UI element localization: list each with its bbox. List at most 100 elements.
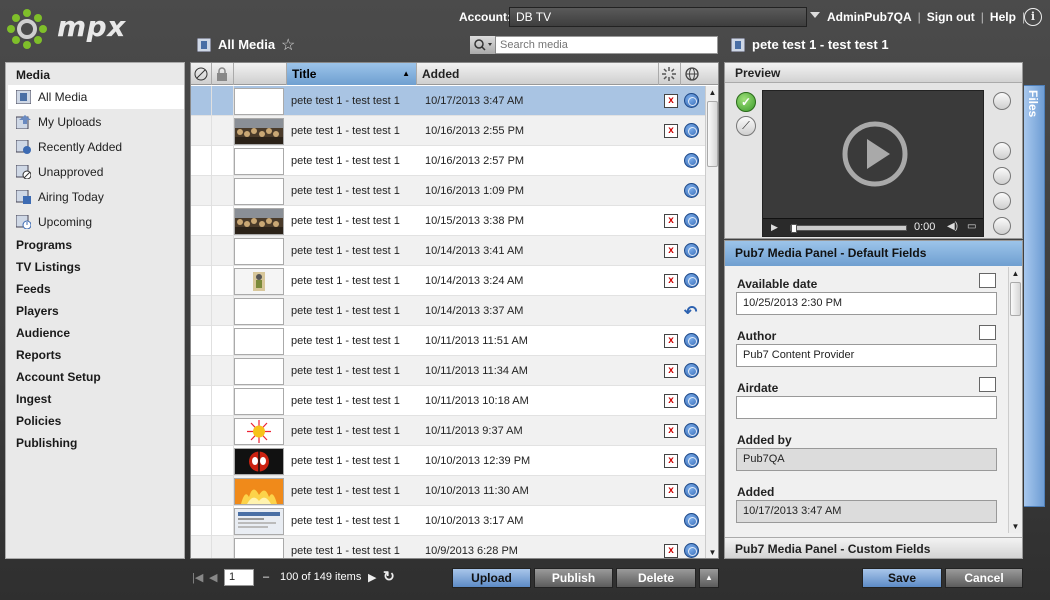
video-player[interactable]: ▶ 0:00 ◀) ▭ xyxy=(762,90,984,237)
table-row[interactable]: pete test 1 - test test 1 10/11/2013 9:37… xyxy=(191,416,705,446)
row-select-cell[interactable] xyxy=(191,266,212,296)
account-dropdown-icon[interactable] xyxy=(810,12,820,18)
unpublished-x-icon[interactable]: x xyxy=(664,424,678,438)
row-select-cell[interactable] xyxy=(191,176,212,206)
unpublished-x-icon[interactable]: x xyxy=(664,364,678,378)
globe-icon[interactable] xyxy=(684,93,699,108)
unpublished-x-icon[interactable]: x xyxy=(664,214,678,228)
sidebar-item-my-uploads[interactable]: My Uploads xyxy=(8,110,184,134)
column-header-thumbnail[interactable] xyxy=(234,63,287,85)
unpublished-x-icon[interactable]: x xyxy=(664,544,678,558)
scroll-down-icon[interactable]: ▼ xyxy=(706,546,718,558)
player-progress-handle[interactable] xyxy=(791,224,797,233)
publish-button[interactable]: Publish xyxy=(534,568,613,588)
page-number-input[interactable]: 1 xyxy=(224,569,254,586)
globe-icon[interactable] xyxy=(684,393,699,408)
table-row[interactable]: pete test 1 - test test 1 10/10/2013 12:3… xyxy=(191,446,705,476)
account-select[interactable]: DB TV xyxy=(509,7,807,27)
search-icon[interactable] xyxy=(470,36,496,54)
table-row[interactable]: pete test 1 - test test 1 10/16/2013 2:55… xyxy=(191,116,705,146)
row-select-cell[interactable] xyxy=(191,116,212,146)
disapprove-icon[interactable]: ⟋ xyxy=(736,116,756,136)
sidebar-item-publishing[interactable]: Publishing xyxy=(16,436,77,450)
row-select-cell[interactable] xyxy=(191,296,212,326)
globe-icon[interactable] xyxy=(684,273,699,288)
column-header-publish[interactable] xyxy=(681,63,705,85)
player-play-icon[interactable]: ▶ xyxy=(771,222,778,233)
sidebar-item-feeds[interactable]: Feeds xyxy=(16,282,51,296)
sidebar-item-ingest[interactable]: Ingest xyxy=(16,392,51,406)
embed-code-icon[interactable] xyxy=(993,217,1011,235)
help-link[interactable]: Help xyxy=(990,10,1016,24)
sidebar-item-reports[interactable]: Reports xyxy=(16,348,61,362)
revert-icon[interactable]: ↶ xyxy=(684,302,697,322)
airdate-field[interactable] xyxy=(736,396,997,419)
fields-scrollbar[interactable]: ▲ ▼ xyxy=(1008,267,1022,533)
save-button[interactable]: Save xyxy=(862,568,942,588)
camera-icon[interactable] xyxy=(993,142,1011,160)
globe-icon[interactable] xyxy=(684,453,699,468)
table-row[interactable]: pete test 1 - test test 1 10/17/2013 3:47… xyxy=(191,86,705,116)
sidebar-item-upcoming[interactable]: Upcoming xyxy=(8,210,184,234)
scroll-down-icon[interactable]: ▼ xyxy=(1009,520,1022,533)
next-page-icon[interactable]: ▶ xyxy=(368,571,376,584)
row-select-cell[interactable] xyxy=(191,386,212,416)
globe-icon[interactable] xyxy=(684,183,699,198)
prev-page-icon[interactable]: ◀ xyxy=(209,571,217,584)
author-field[interactable]: Pub7 Content Provider xyxy=(736,344,997,367)
globe-icon[interactable] xyxy=(684,483,699,498)
scroll-thumb[interactable] xyxy=(1010,282,1021,316)
sidebar-item-account-setup[interactable]: Account Setup xyxy=(16,370,101,384)
row-select-cell[interactable] xyxy=(191,506,212,536)
first-page-icon[interactable]: |◀ xyxy=(192,571,203,584)
grid-scrollbar[interactable]: ▲ ▼ xyxy=(705,86,718,558)
table-row[interactable]: pete test 1 - test test 1 10/15/2013 3:38… xyxy=(191,206,705,236)
default-fields-heading[interactable]: Pub7 Media Panel - Default Fields xyxy=(725,241,1022,266)
column-header-select[interactable] xyxy=(191,63,212,85)
table-row[interactable]: pete test 1 - test test 1 10/10/2013 3:17… xyxy=(191,506,705,536)
row-select-cell[interactable] xyxy=(191,206,212,236)
unpublished-x-icon[interactable]: x xyxy=(664,454,678,468)
unpublished-x-icon[interactable]: x xyxy=(664,484,678,498)
available-date-field[interactable]: 10/25/2013 2:30 PM xyxy=(736,292,997,315)
scroll-thumb[interactable] xyxy=(707,101,718,167)
table-row[interactable]: pete test 1 - test test 1 10/14/2013 3:41… xyxy=(191,236,705,266)
volume-icon[interactable]: ◀) xyxy=(947,221,958,232)
globe-icon[interactable] xyxy=(684,513,699,528)
row-select-cell[interactable] xyxy=(191,416,212,446)
expand-preview-icon[interactable] xyxy=(993,92,1011,110)
column-header-lock[interactable] xyxy=(212,63,234,85)
row-select-cell[interactable] xyxy=(191,326,212,356)
row-select-cell[interactable] xyxy=(191,536,212,558)
globe-icon[interactable] xyxy=(684,333,699,348)
more-actions-button[interactable]: ▲ xyxy=(699,568,719,588)
table-row[interactable]: pete test 1 - test test 1 10/14/2013 3:37… xyxy=(191,296,705,326)
table-row[interactable]: pete test 1 - test test 1 10/11/2013 10:1… xyxy=(191,386,705,416)
globe-icon[interactable] xyxy=(684,243,699,258)
player-progress-bar[interactable] xyxy=(790,224,907,233)
row-select-cell[interactable] xyxy=(191,356,212,386)
cancel-button[interactable]: Cancel xyxy=(945,568,1023,588)
unpublished-x-icon[interactable]: x xyxy=(664,244,678,258)
sign-out-link[interactable]: Sign out xyxy=(927,10,975,24)
scroll-up-icon[interactable]: ▲ xyxy=(1009,267,1022,280)
search-input[interactable] xyxy=(497,37,715,53)
sidebar-item-tv-listings[interactable]: TV Listings xyxy=(16,260,81,274)
table-row[interactable]: pete test 1 - test test 1 10/9/2013 6:28 … xyxy=(191,536,705,558)
sidebar-item-programs[interactable]: Programs xyxy=(16,238,72,252)
row-select-cell[interactable] xyxy=(191,476,212,506)
row-select-cell[interactable] xyxy=(191,446,212,476)
table-row[interactable]: pete test 1 - test test 1 10/11/2013 11:5… xyxy=(191,326,705,356)
sidebar-item-recently-added[interactable]: Recently Added xyxy=(8,135,184,159)
fullscreen-icon[interactable]: ▭ xyxy=(967,221,976,232)
column-header-added[interactable]: Added xyxy=(417,63,659,85)
globe-icon[interactable] xyxy=(684,123,699,138)
globe-icon[interactable] xyxy=(684,363,699,378)
user-menu[interactable]: AdminPub7QA xyxy=(827,10,912,24)
info-icon[interactable]: i xyxy=(1024,8,1042,26)
sidebar-item-unapproved[interactable]: Unapproved xyxy=(8,160,184,184)
files-tab[interactable] xyxy=(1024,85,1045,507)
globe-icon[interactable] xyxy=(684,213,699,228)
scissors-icon[interactable] xyxy=(993,167,1011,185)
globe-icon[interactable] xyxy=(684,543,699,558)
